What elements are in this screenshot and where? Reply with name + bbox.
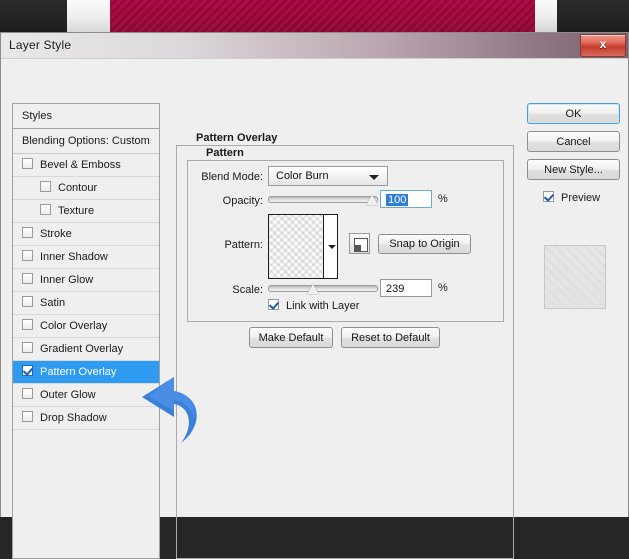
sidebar-item-bevel-emboss[interactable]: Bevel & Emboss: [13, 154, 159, 177]
scale-value: 239: [386, 283, 405, 295]
sidebar-item-blending-options[interactable]: Blending Options: Custom: [13, 129, 159, 154]
sidebar-item-drop-shadow[interactable]: Drop Shadow: [13, 407, 159, 430]
opacity-slider-track: [268, 196, 378, 203]
sidebar-item-inner-glow[interactable]: Inner Glow: [13, 269, 159, 292]
pattern-picker-chevron-down-icon[interactable]: [324, 215, 337, 278]
checkbox-icon[interactable]: [40, 204, 51, 215]
new-style-button[interactable]: New Style...: [527, 159, 620, 180]
sidebar-item-contour[interactable]: Contour: [13, 177, 159, 200]
reset-to-default-button[interactable]: Reset to Default: [341, 327, 440, 348]
cancel-button[interactable]: Cancel: [527, 131, 620, 152]
sidebar-item-label: Inner Shadow: [40, 251, 108, 263]
pattern-label: Pattern:: [224, 239, 263, 251]
opacity-label: Opacity:: [222, 195, 263, 207]
checkbox-icon[interactable]: [22, 411, 33, 422]
screenshot-root: Layer Style x Styles Blending Options: C…: [0, 0, 629, 559]
scale-input[interactable]: 239: [380, 279, 432, 297]
checkbox-icon[interactable]: [22, 365, 33, 376]
sidebar-item-label: Satin: [40, 297, 66, 309]
new-preset-icon: [354, 238, 368, 252]
checkbox-icon[interactable]: [22, 158, 33, 169]
snap-to-origin-button[interactable]: Snap to Origin: [378, 234, 471, 254]
sidebar-item-satin[interactable]: Satin: [13, 292, 159, 315]
sidebar-item-inner-shadow[interactable]: Inner Shadow: [13, 246, 159, 269]
checkbox-icon[interactable]: [22, 342, 33, 353]
sidebar-item-label: Pattern Overlay: [40, 366, 117, 378]
sidebar-item-label: Outer Glow: [40, 389, 96, 401]
sidebar-item-label: Drop Shadow: [40, 412, 107, 424]
checkbox-icon: [543, 191, 554, 202]
sidebar-item-label: Stroke: [40, 228, 72, 240]
preview-thumbnail: [544, 245, 606, 309]
opacity-input[interactable]: 100: [380, 190, 432, 208]
styles-header: Styles: [13, 104, 159, 129]
scale-slider[interactable]: [268, 281, 378, 295]
link-with-layer-checkbox[interactable]: Link with Layer: [268, 299, 359, 312]
scale-label: Scale:: [232, 284, 263, 296]
sidebar-item-label: Gradient Overlay: [40, 343, 124, 355]
new-style-label: New Style...: [544, 164, 603, 176]
blend-mode-select[interactable]: Color Burn: [268, 166, 388, 186]
sidebar-item-label: Contour: [58, 182, 98, 194]
scale-slider-thumb[interactable]: [307, 284, 319, 294]
ok-button[interactable]: OK: [527, 103, 620, 124]
dialog-body: Styles Blending Options: Custom Bevel & …: [1, 59, 628, 559]
checkbox-icon[interactable]: [22, 319, 33, 330]
effects-list: Bevel & Emboss Contour Texture Stroke Inner …: [13, 154, 159, 430]
checkbox-icon[interactable]: [22, 227, 33, 238]
new-preset-button[interactable]: [349, 233, 370, 254]
sidebar-item-label: Color Overlay: [40, 320, 108, 332]
sidebar-item-label: Inner Glow: [40, 274, 94, 286]
make-default-button[interactable]: Make Default: [249, 327, 333, 348]
cancel-label: Cancel: [556, 136, 591, 148]
sidebar-item-texture[interactable]: Texture: [13, 200, 159, 223]
checkbox-icon[interactable]: [22, 273, 33, 284]
scale-unit: %: [438, 282, 448, 294]
sidebar-item-gradient-overlay[interactable]: Gradient Overlay: [13, 338, 159, 361]
background-banner: [110, 0, 535, 33]
checkbox-icon[interactable]: [22, 250, 33, 261]
snap-to-origin-label: Snap to Origin: [389, 238, 460, 250]
dialog-title: Layer Style: [9, 38, 72, 52]
sidebar-item-color-overlay[interactable]: Color Overlay: [13, 315, 159, 338]
sidebar-item-label: Texture: [58, 205, 95, 217]
reset-to-default-label: Reset to Default: [351, 332, 430, 344]
preview-checkbox[interactable]: Preview: [543, 191, 600, 204]
checkbox-icon[interactable]: [40, 181, 51, 192]
styles-panel: Styles Blending Options: Custom Bevel & …: [12, 103, 160, 559]
opacity-value: 100: [386, 194, 409, 206]
chevron-down-icon: [369, 175, 379, 180]
checkbox-icon[interactable]: [22, 296, 33, 307]
opacity-slider[interactable]: [268, 192, 378, 206]
dialog-titlebar[interactable]: Layer Style x: [1, 33, 628, 59]
layer-style-dialog: Layer Style x Styles Blending Options: C…: [0, 32, 629, 559]
blend-mode-value: Color Burn: [276, 170, 329, 182]
background-panel-right: [535, 0, 557, 33]
pattern-swatch-preview: [269, 215, 324, 278]
sidebar-item-pattern-overlay[interactable]: Pattern Overlay: [13, 361, 159, 384]
opacity-unit: %: [438, 193, 448, 205]
checkbox-icon: [268, 299, 279, 310]
pattern-overlay-group-title: Pattern Overlay: [191, 132, 283, 144]
close-button[interactable]: x: [580, 34, 626, 57]
sidebar-item-stroke[interactable]: Stroke: [13, 223, 159, 246]
ok-label: OK: [565, 108, 582, 120]
blend-mode-label: Blend Mode:: [201, 171, 263, 183]
scale-slider-track: [268, 285, 378, 292]
preview-label: Preview: [561, 192, 601, 204]
make-default-label: Make Default: [258, 332, 324, 344]
link-with-layer-label: Link with Layer: [286, 300, 360, 312]
close-icon: x: [599, 37, 607, 51]
background-panel-left: [67, 0, 110, 33]
opacity-slider-thumb[interactable]: [366, 195, 378, 205]
sidebar-item-label: Bevel & Emboss: [40, 159, 121, 171]
checkbox-icon[interactable]: [22, 388, 33, 399]
pattern-swatch[interactable]: [268, 214, 338, 279]
sidebar-item-outer-glow[interactable]: Outer Glow: [13, 384, 159, 407]
pattern-group-title: Pattern: [201, 147, 249, 159]
